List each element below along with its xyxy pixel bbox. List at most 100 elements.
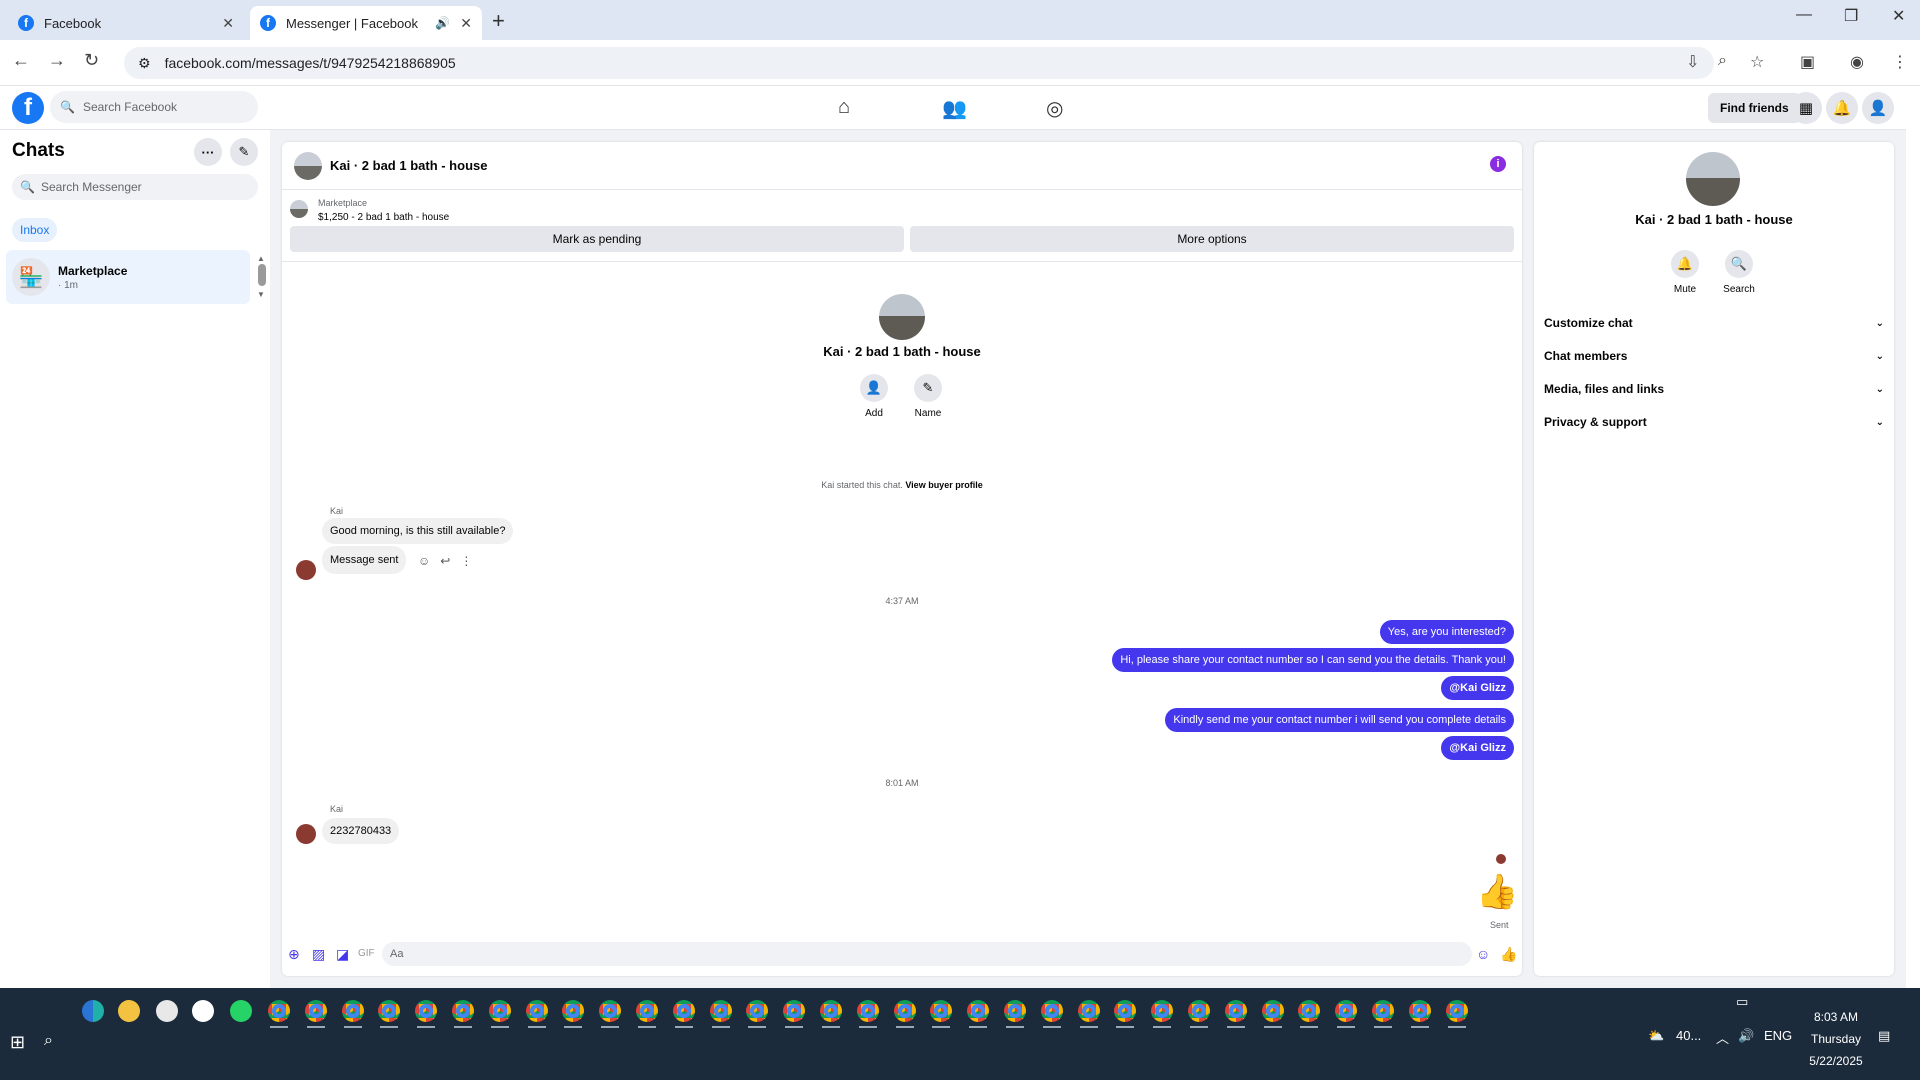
more-options-button[interactable]: More options xyxy=(910,226,1514,252)
mark-as-pending-button[interactable]: Mark as pending xyxy=(290,226,904,252)
name-button[interactable]: ✎ Name xyxy=(898,374,958,419)
chrome-icon[interactable] xyxy=(967,1000,990,1022)
photo-icon[interactable]: ▨ xyxy=(312,946,325,963)
chrome-icon[interactable] xyxy=(1151,1000,1174,1022)
home-icon[interactable]: ⌂ xyxy=(838,96,850,119)
outgoing-message[interactable]: Hi, please share your contact number so … xyxy=(1112,648,1514,672)
chrome-icon[interactable] xyxy=(1188,1000,1210,1022)
chat-members-row[interactable]: Chat members ⌄ xyxy=(1544,343,1884,369)
messenger-search-input[interactable]: 🔍 Search Messenger xyxy=(12,174,258,200)
chrome-icon[interactable] xyxy=(1004,1000,1026,1022)
bookmark-star-icon[interactable]: ☆ xyxy=(1750,52,1764,72)
mute-button[interactable]: 🔔 Mute xyxy=(1660,250,1710,295)
chrome-icon[interactable] xyxy=(415,1000,438,1022)
facebook-logo[interactable]: f xyxy=(12,92,44,124)
outgoing-message[interactable]: @Kai Glizz xyxy=(1441,676,1514,700)
file-explorer-icon[interactable] xyxy=(118,1000,140,1022)
plus-icon[interactable]: ⊕ xyxy=(288,946,300,963)
chrome-icon[interactable] xyxy=(1372,1000,1394,1022)
details-avatar[interactable] xyxy=(1686,152,1740,206)
facebook-search[interactable]: 🔍 Search Facebook xyxy=(50,91,258,123)
side-panel-icon[interactable]: ▣ xyxy=(1800,52,1815,72)
chrome-icon[interactable] xyxy=(893,1000,916,1022)
speaker-icon[interactable]: 🔊 xyxy=(435,16,450,30)
privacy-support-row[interactable]: Privacy & support ⌄ xyxy=(1544,409,1884,435)
new-tab-button[interactable]: + xyxy=(492,8,505,34)
chrome-icon[interactable] xyxy=(525,1000,548,1022)
listing-thumbnail[interactable] xyxy=(290,200,308,218)
outgoing-message[interactable]: Kindly send me your contact number i wil… xyxy=(1165,708,1514,732)
groups-icon[interactable]: ◎ xyxy=(1046,96,1063,121)
emoji-icon[interactable]: ☺ xyxy=(1476,946,1490,962)
chrome-icon[interactable] xyxy=(636,1000,658,1022)
chrome-icon[interactable] xyxy=(820,1000,842,1022)
media-files-links-row[interactable]: Media, files and links ⌄ xyxy=(1544,376,1884,402)
notifications-icon[interactable]: 🔔 xyxy=(1826,92,1858,124)
conversation-title[interactable]: Kai · 2 bad 1 bath - house xyxy=(330,158,487,173)
mail-icon[interactable] xyxy=(192,1000,214,1022)
chrome-icon[interactable] xyxy=(1114,1000,1137,1022)
windows-start-icon[interactable]: ⊞ xyxy=(10,1032,25,1053)
store-icon[interactable] xyxy=(156,1000,178,1022)
outgoing-message[interactable]: Yes, are you interested? xyxy=(1379,620,1514,644)
add-button[interactable]: 👤 Add xyxy=(844,374,904,419)
sender-avatar[interactable] xyxy=(296,824,316,844)
reload-icon[interactable]: ↻ xyxy=(84,50,99,71)
message-input[interactable]: Aa xyxy=(382,942,1472,966)
back-icon[interactable]: ← xyxy=(12,50,30,71)
chrome-icon[interactable] xyxy=(599,1000,622,1022)
weather-icon[interactable]: ⛅ xyxy=(1648,1028,1664,1044)
gif-icon[interactable]: GIF xyxy=(358,948,375,959)
edge-icon[interactable] xyxy=(82,1000,104,1022)
chrome-icon[interactable] xyxy=(1335,1000,1358,1022)
incoming-message[interactable]: 2232780433 xyxy=(322,818,400,844)
chrome-icon[interactable] xyxy=(341,1000,364,1022)
chrome-icon[interactable] xyxy=(268,1000,290,1022)
more-options-icon[interactable]: ··· xyxy=(194,138,222,166)
reply-icon[interactable]: ↩ xyxy=(440,554,450,568)
chrome-icon[interactable] xyxy=(1224,1000,1247,1022)
more-icon[interactable]: ⋮ xyxy=(460,554,472,568)
weather-text[interactable]: 40... xyxy=(1676,1028,1701,1043)
search-icon[interactable]: ⌕ xyxy=(44,1032,53,1050)
chrome-icon[interactable] xyxy=(1040,1000,1063,1022)
view-buyer-profile-link[interactable]: View buyer profile xyxy=(905,480,982,490)
chrome-icon[interactable] xyxy=(783,1000,806,1022)
chrome-icon[interactable] xyxy=(1408,1000,1431,1022)
display-icon[interactable]: ▭ xyxy=(1736,994,1748,1010)
chrome-icon[interactable] xyxy=(856,1000,879,1022)
customize-chat-row[interactable]: Customize chat ⌄ xyxy=(1544,310,1884,336)
chrome-icon[interactable] xyxy=(452,1000,474,1022)
new-message-icon[interactable]: ✎ xyxy=(230,138,258,166)
incoming-message[interactable]: Good morning, is this still available? xyxy=(322,518,514,544)
emoji-react-icon[interactable]: ☺ xyxy=(418,554,430,568)
notification-center-icon[interactable]: ▤ xyxy=(1878,1028,1890,1044)
chrome-icon[interactable] xyxy=(1298,1000,1321,1022)
outgoing-message[interactable]: @Kai Glizz xyxy=(1441,736,1514,760)
scroll-down-icon[interactable]: ▼ xyxy=(257,290,265,299)
zoom-icon[interactable]: ⌕ xyxy=(1718,52,1727,70)
chevron-up-icon[interactable]: ︿ xyxy=(1716,1028,1729,1047)
restore-icon[interactable]: ❐ xyxy=(1844,6,1858,26)
chrome-icon[interactable] xyxy=(746,1000,769,1022)
chrome-icon[interactable] xyxy=(562,1000,585,1022)
install-icon[interactable]: ⇩ xyxy=(1686,52,1699,72)
chrome-icon[interactable] xyxy=(304,1000,327,1022)
inbox-filter[interactable]: Inbox xyxy=(12,218,58,242)
like-icon[interactable]: 👍 xyxy=(1500,946,1517,963)
sender-avatar[interactable] xyxy=(296,560,316,580)
conversation-avatar[interactable] xyxy=(294,152,322,180)
chrome-icon[interactable] xyxy=(672,1000,695,1022)
profile-icon[interactable]: ◉ xyxy=(1850,52,1864,72)
url-field[interactable]: ⚙ facebook.com/messages/t/94792542188689… xyxy=(124,47,1714,79)
info-icon[interactable]: i xyxy=(1490,156,1506,172)
close-icon[interactable]: ✕ xyxy=(222,15,234,32)
forward-icon[interactable]: → xyxy=(48,50,66,71)
chrome-icon[interactable] xyxy=(1077,1000,1100,1022)
minimize-icon[interactable]: — xyxy=(1796,6,1812,24)
account-avatar[interactable]: 👤 xyxy=(1862,92,1894,124)
chrome-icon[interactable] xyxy=(1445,1000,1468,1022)
language-indicator[interactable]: ENG xyxy=(1764,1028,1792,1043)
listing-title[interactable]: $1,250 - 2 bad 1 bath - house xyxy=(318,212,449,223)
volume-icon[interactable]: 🔊 xyxy=(1738,1028,1754,1044)
